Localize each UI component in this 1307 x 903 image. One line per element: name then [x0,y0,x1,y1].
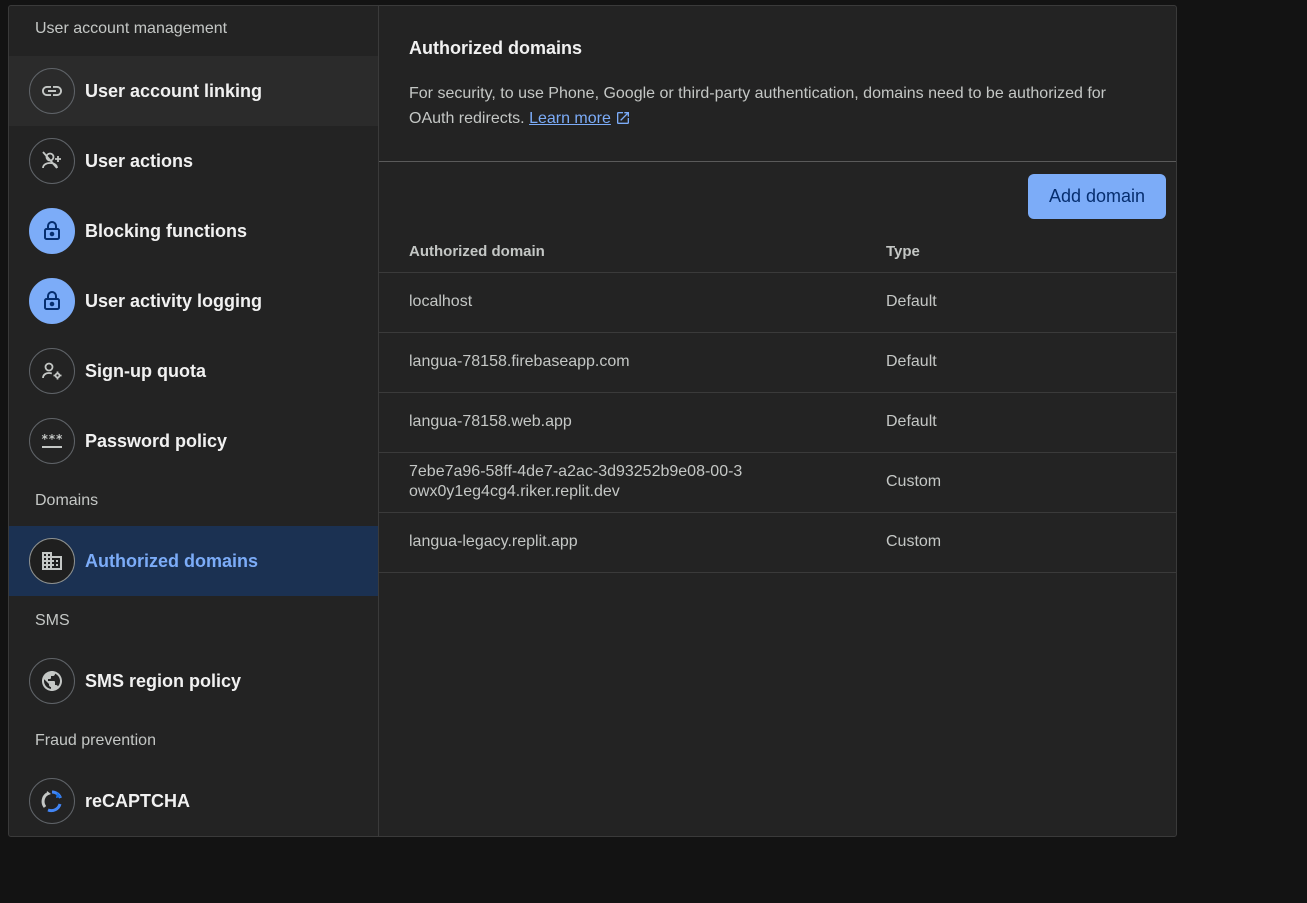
sidebar-item-password-policy[interactable]: *** Password policy [9,406,378,476]
domain-name: localhost [409,293,473,310]
person-off-icon [29,138,75,184]
domain-name: langua-78158.firebaseapp.com [409,353,630,370]
sidebar-item-authorized-domains[interactable]: Authorized domains [9,526,378,596]
recaptcha-icon [29,778,75,824]
learn-more-label: Learn more [529,110,611,127]
sidebar-item-label: reCAPTCHA [85,790,191,811]
section-header-user-account-management: User account management [35,20,228,37]
sidebar-item-blocking-functions[interactable]: Blocking functions [9,196,378,266]
authorized-domains-table: Authorized domain Type localhost Default… [379,232,1176,573]
section-header-fraud-prevention: Fraud prevention [35,732,156,749]
authorized-domains-panel: Authorized domains For security, to use … [379,6,1176,836]
table-row[interactable]: langua-legacy.replit.app Custom [379,512,1176,573]
domain-cell: 7ebe7a96-58ff-4de7-a2ac-3d93252b9e08-00-… [379,452,886,513]
sidebar-item-label: Password policy [85,430,228,451]
password-icon: *** [29,418,75,464]
domain-cell: localhost [379,272,886,333]
section-header-domains: Domains [35,492,99,509]
learn-more-link[interactable]: Learn more [529,110,611,127]
sidebar-item-label: User account linking [85,80,263,101]
table-row[interactable]: 7ebe7a96-58ff-4de7-a2ac-3d93252b9e08-00-… [379,452,1176,513]
column-header-authorized-domain[interactable]: Authorized domain [379,232,886,273]
type-cell: Default [886,332,1176,393]
sidebar-item-sms-region-policy[interactable]: SMS region policy [9,646,378,716]
settings-card: User account management User account lin… [8,5,1177,837]
open-in-new-icon[interactable] [615,109,631,134]
sidebar-item-user-activity-logging[interactable]: User activity logging [9,266,378,336]
type-cell: Custom [886,452,1176,513]
sidebar-item-user-account-linking[interactable]: User account linking [9,56,378,126]
domain-name: 7ebe7a96-58ff-4de7-a2ac-3d93252b9e08-00-… [409,463,743,500]
type-cell: Default [886,392,1176,453]
table-row[interactable]: langua-78158.firebaseapp.com Default [379,332,1176,393]
type-cell: Custom [886,512,1176,573]
domain-icon [29,538,75,584]
lock-icon [29,208,75,254]
sidebar-item-user-actions[interactable]: User actions [9,126,378,196]
domain-name: langua-legacy.replit.app [409,533,578,550]
domain-cell: langua-78158.web.app [379,392,886,453]
sidebar-item-recaptcha[interactable]: reCAPTCHA [9,766,378,836]
table-header-row: Authorized domain Type [379,232,1176,273]
domain-cell: langua-legacy.replit.app [379,512,886,573]
lock-icon [29,278,75,324]
sidebar-item-label: Blocking functions [85,220,247,241]
svg-text:***: *** [41,432,63,446]
type-cell: Default [886,272,1176,333]
page-title: Authorized domains [409,38,583,58]
info-block: Authorized domains For security, to use … [379,6,1176,162]
table-row[interactable]: langua-78158.web.app Default [379,392,1176,453]
link-icon [29,68,75,114]
column-header-type[interactable]: Type [886,232,1176,273]
sidebar-item-label: Sign-up quota [85,360,206,381]
sidebar-item-label: SMS region policy [85,670,242,691]
sidebar-item-label: Authorized domains [85,550,259,571]
page-description: For security, to use Phone, Google or th… [409,81,1129,134]
sidebar-item-label: User actions [85,150,194,171]
domain-cell: langua-78158.firebaseapp.com [379,332,886,393]
description-text: For security, to use Phone, Google or th… [409,85,1106,127]
settings-sidebar: User account management User account lin… [9,6,379,836]
sidebar-item-sign-up-quota[interactable]: Sign-up quota [9,336,378,406]
domain-name: langua-78158.web.app [409,413,572,430]
manage-accounts-icon [29,348,75,394]
sidebar-item-label: User activity logging [85,290,263,311]
add-domain-button[interactable]: Add domain [1028,174,1166,219]
table-row[interactable]: localhost Default [379,272,1176,333]
globe-icon [29,658,75,704]
section-header-sms: SMS [35,612,70,629]
table-toolbar: Add domain [379,162,1176,232]
